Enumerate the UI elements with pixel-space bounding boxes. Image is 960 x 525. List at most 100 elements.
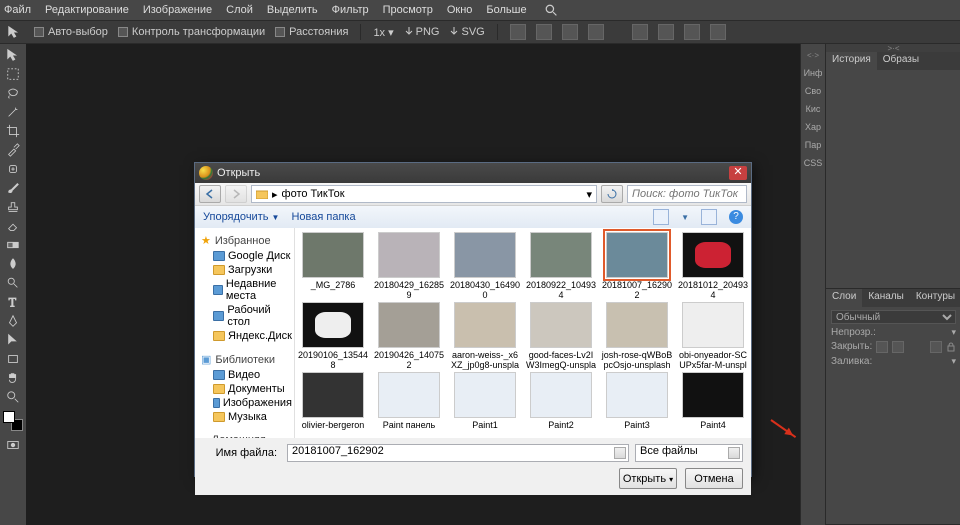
nav-gdrive[interactable]: Google Диск (195, 249, 294, 263)
menu-image[interactable]: Изображение (143, 4, 212, 16)
file-thumb[interactable]: olivier-bergeron (297, 372, 369, 438)
refresh-button[interactable] (601, 185, 623, 203)
eyedropper-tool[interactable] (1, 141, 25, 159)
nav-libraries[interactable]: Библиотеки (215, 354, 275, 366)
lock-pixels-icon[interactable] (876, 341, 888, 353)
eraser-tool[interactable] (1, 217, 25, 235)
nav-recent[interactable]: Недавние места (195, 277, 294, 303)
search-input[interactable] (627, 185, 747, 203)
move-tool[interactable] (1, 46, 25, 64)
file-thumb[interactable]: 20190426_140752 (373, 302, 445, 370)
auto-select-checkbox[interactable]: Авто-выбор (34, 26, 108, 38)
align-center-h-button[interactable] (536, 24, 552, 40)
nav-pictures[interactable]: Изображения (195, 396, 294, 410)
align-top-button[interactable] (588, 24, 604, 40)
nav-music[interactable]: Музыка (195, 410, 294, 424)
view-mode-button[interactable] (653, 209, 669, 225)
hand-tool[interactable] (1, 369, 25, 387)
filename-input[interactable]: 20181007_162902 (287, 444, 629, 462)
pen-tool[interactable] (1, 312, 25, 330)
file-thumb[interactable]: 20180429_162859 (373, 232, 445, 300)
color-swatches[interactable] (3, 411, 23, 431)
align-bottom-button[interactable] (658, 24, 674, 40)
dialog-titlebar[interactable]: Открыть ✕ (195, 163, 751, 183)
type-tool[interactable]: T (1, 293, 25, 311)
breadcrumb[interactable]: ▸фото ТикТок ▾ (251, 185, 597, 203)
marquee-tool[interactable] (1, 65, 25, 83)
new-folder-button[interactable]: Новая папка (291, 211, 355, 223)
organize-button[interactable]: Упорядочить ▼ (203, 211, 279, 223)
file-pane[interactable]: _MG_278620180429_16285920180430_16490020… (295, 228, 751, 438)
menu-view[interactable]: Просмотр (383, 4, 433, 16)
dock-info[interactable]: Инф (801, 65, 825, 81)
file-thumb[interactable]: _MG_2786 (297, 232, 369, 300)
file-thumb[interactable]: good-faces-Lv2IW3ImegQ-unsplash (525, 302, 597, 370)
tab-layers[interactable]: Слои (826, 289, 862, 307)
file-thumb[interactable]: obi-onyeador-SCUPx5far-M-unsplash (677, 302, 749, 370)
nav-videos[interactable]: Видео (195, 368, 294, 382)
dock-swatches[interactable]: Сво (801, 83, 825, 99)
dock-char[interactable]: Хар (801, 119, 825, 135)
zoom-tool[interactable] (1, 388, 25, 406)
search-icon[interactable] (545, 4, 558, 17)
tab-history[interactable]: История (826, 52, 877, 70)
close-icon[interactable]: ✕ (729, 166, 747, 180)
zoom-dropdown[interactable]: 1x ▾ (373, 26, 393, 39)
file-thumb[interactable]: 20181012_204934 (677, 232, 749, 300)
align-middle-v-button[interactable] (632, 24, 648, 40)
lasso-tool[interactable] (1, 84, 25, 102)
brush-tool[interactable] (1, 179, 25, 197)
preview-pane-button[interactable] (701, 209, 717, 225)
file-thumb[interactable]: josh-rose-qWBoBpcOsjo-unsplash (601, 302, 673, 370)
file-thumb[interactable]: Paint3 (601, 372, 673, 438)
file-thumb[interactable]: aaron-weiss-_x6XZ_jp0g8-unsplash (449, 302, 521, 370)
lock-all-icon[interactable] (930, 341, 942, 353)
forward-button[interactable] (225, 185, 247, 203)
distribute-v-button[interactable] (710, 24, 726, 40)
export-svg-button[interactable]: SVG (449, 26, 484, 38)
lock-position-icon[interactable] (892, 341, 904, 353)
wand-tool[interactable] (1, 103, 25, 121)
mask-mode[interactable] (1, 436, 25, 454)
dodge-tool[interactable] (1, 274, 25, 292)
tab-channels[interactable]: Каналы (862, 289, 910, 307)
menu-filter[interactable]: Фильтр (332, 4, 369, 16)
file-thumb[interactable]: Paint панель (373, 372, 445, 438)
align-right-button[interactable] (562, 24, 578, 40)
align-left-button[interactable] (510, 24, 526, 40)
help-icon[interactable]: ? (729, 210, 743, 224)
menu-layer[interactable]: Слой (226, 4, 253, 16)
shape-tool[interactable] (1, 350, 25, 368)
stamp-tool[interactable] (1, 198, 25, 216)
tab-paths[interactable]: Контуры (910, 289, 960, 307)
dock-brush[interactable]: Кис (801, 101, 825, 117)
nav-documents[interactable]: Документы (195, 382, 294, 396)
menu-edit[interactable]: Редактирование (45, 4, 129, 16)
heal-tool[interactable] (1, 160, 25, 178)
export-png-button[interactable]: PNG (404, 26, 440, 38)
gradient-tool[interactable] (1, 236, 25, 254)
nav-yadisk[interactable]: Яндекс.Диск (195, 329, 294, 343)
crop-tool[interactable] (1, 122, 25, 140)
file-thumb[interactable]: 20190106_135448 (297, 302, 369, 370)
file-thumb[interactable]: Paint1 (449, 372, 521, 438)
dock-css[interactable]: CSS (801, 155, 825, 171)
tab-samples[interactable]: Образы (877, 52, 925, 70)
distribute-h-button[interactable] (684, 24, 700, 40)
file-thumb[interactable]: Paint2 (525, 372, 597, 438)
open-button[interactable]: Открыть ▾ (619, 468, 677, 489)
menu-select[interactable]: Выделить (267, 4, 318, 16)
nav-desktop[interactable]: Рабочий стол (195, 303, 294, 329)
file-thumb[interactable]: 20180430_164900 (449, 232, 521, 300)
menu-more[interactable]: Больше (486, 4, 526, 16)
file-thumb[interactable]: 20180922_104934 (525, 232, 597, 300)
blend-mode-select[interactable]: Обычный (831, 310, 956, 324)
back-button[interactable] (199, 185, 221, 203)
menu-file[interactable]: Файл (4, 4, 31, 16)
menu-window[interactable]: Окно (447, 4, 473, 16)
distances-checkbox[interactable]: Расстояния (275, 26, 348, 38)
dock-para[interactable]: Пар (801, 137, 825, 153)
transform-controls-checkbox[interactable]: Контроль трансформации (118, 26, 265, 38)
file-thumb[interactable]: Paint4 (677, 372, 749, 438)
blur-tool[interactable] (1, 255, 25, 273)
